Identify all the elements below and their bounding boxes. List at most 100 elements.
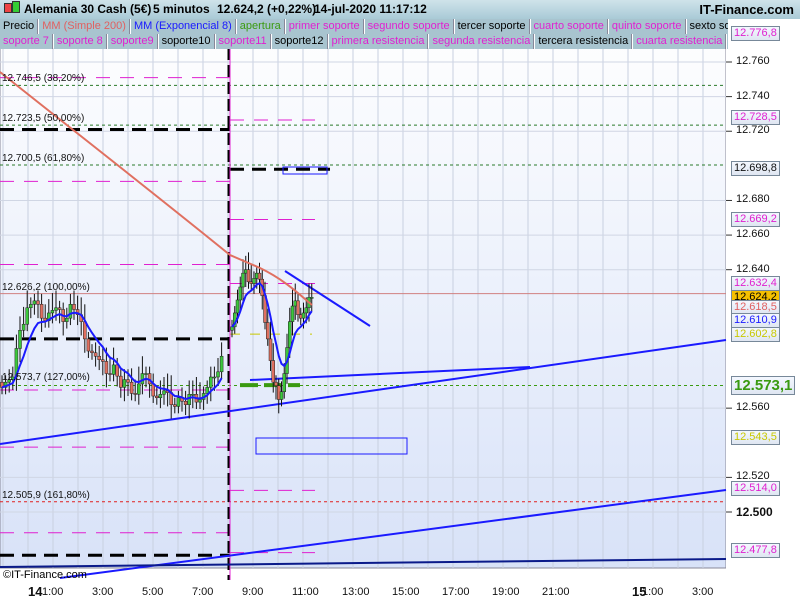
legend-item[interactable]: cuarto soporte bbox=[530, 19, 608, 34]
legend-item[interactable]: soporte9 bbox=[107, 34, 158, 49]
brand: IT-Finance.com bbox=[699, 2, 794, 17]
fib-label: 12.746,5 (38,20%) bbox=[2, 73, 85, 85]
candle bbox=[288, 321, 292, 348]
price-tick: 12.500 bbox=[736, 505, 773, 519]
legend-item[interactable]: Precio bbox=[0, 19, 39, 34]
candle bbox=[115, 364, 119, 377]
time-tick: 7:00 bbox=[192, 586, 214, 598]
legend-item[interactable]: segundo soporte bbox=[364, 19, 454, 34]
legend-item[interactable]: segunda resistencia bbox=[429, 34, 535, 49]
fib-label: 12.626,2 (100,00%) bbox=[2, 281, 90, 293]
candle bbox=[18, 330, 22, 349]
candle bbox=[21, 323, 26, 331]
candle bbox=[101, 359, 105, 362]
candle bbox=[25, 307, 29, 325]
candle bbox=[310, 297, 314, 299]
legend-item[interactable]: quinto soporte bbox=[608, 19, 686, 34]
legend-item[interactable]: tercer soporte bbox=[454, 19, 530, 34]
price-tick: 12.760 bbox=[736, 55, 770, 67]
price-tag: 12.698,8 bbox=[731, 160, 780, 176]
price-tag: 12.669,2 bbox=[731, 212, 780, 228]
instrument-name: Alemania 30 Cash (5€) bbox=[24, 2, 152, 16]
fib-label: 12.723,5 (50,00%) bbox=[2, 113, 85, 125]
price-tag: 12.776,8 bbox=[731, 25, 780, 41]
candle bbox=[290, 305, 295, 322]
candle bbox=[268, 338, 273, 361]
candle bbox=[187, 394, 191, 405]
candle bbox=[279, 391, 284, 400]
price-tick: 12.720 bbox=[736, 124, 770, 137]
legend-item[interactable]: primera resistencia bbox=[328, 34, 429, 49]
legend-item[interactable]: primer soporte bbox=[285, 19, 364, 34]
candle bbox=[257, 272, 262, 280]
price-tag: 12.610,9 bbox=[731, 313, 780, 329]
candle bbox=[65, 317, 69, 322]
legend-item[interactable]: sexto soporte bbox=[686, 19, 728, 34]
candle bbox=[104, 361, 109, 374]
legend-item[interactable]: apertura bbox=[236, 19, 285, 34]
candle bbox=[137, 383, 141, 395]
candle bbox=[162, 390, 166, 395]
timeframe: 5 minutos bbox=[153, 2, 210, 16]
legend-item[interactable]: cuarta resistencia bbox=[633, 34, 727, 49]
candle bbox=[39, 304, 44, 319]
candle bbox=[173, 404, 177, 407]
candle bbox=[68, 304, 73, 319]
candle bbox=[122, 379, 127, 388]
candle bbox=[155, 395, 159, 399]
candle bbox=[54, 307, 58, 311]
candle bbox=[212, 376, 217, 379]
candle bbox=[86, 338, 91, 352]
candle bbox=[198, 399, 202, 403]
legend-item[interactable]: soporte12 bbox=[271, 34, 328, 49]
legend-item[interactable]: soporte 7 bbox=[0, 34, 53, 49]
datetime: 14-jul-2020 11:17:12 bbox=[314, 2, 427, 16]
price-tag: 12.477,8 bbox=[731, 543, 780, 559]
legend-item[interactable]: soporte 8 bbox=[53, 34, 107, 49]
time-tick: 11:00 bbox=[292, 586, 319, 598]
fib-label: 12.573,7 (127,00%) bbox=[2, 372, 90, 384]
time-tick: 3:00 bbox=[92, 586, 114, 598]
legend-row-2: soporte 7 soporte 8 soporte9 soporte10 sopor… bbox=[0, 34, 728, 49]
time-tick: 14 bbox=[28, 584, 43, 599]
candle bbox=[230, 326, 234, 331]
candle bbox=[246, 269, 251, 283]
copyright: ©IT-Finance.com bbox=[3, 569, 87, 581]
legend-row-1: Precio MM (Simple 200) MM (Exponencial 8) a… bbox=[0, 19, 728, 34]
candle bbox=[29, 304, 33, 309]
time-tick: 9:00 bbox=[242, 586, 264, 598]
price-tag: 12.573,1 bbox=[731, 376, 796, 396]
candle bbox=[119, 375, 123, 388]
time-tick: 5:00 bbox=[142, 586, 164, 598]
candle bbox=[191, 394, 195, 396]
last-price: 12.624,2 (+0,22%) bbox=[217, 2, 317, 16]
candle bbox=[209, 376, 213, 388]
candle bbox=[36, 300, 40, 305]
price-tick: 12.560 bbox=[736, 401, 770, 414]
legend-item[interactable]: MM (Simple 200) bbox=[39, 19, 130, 34]
time-tick: 21:00 bbox=[542, 586, 570, 598]
price-chart[interactable] bbox=[0, 0, 800, 600]
candle bbox=[50, 310, 55, 314]
candle bbox=[274, 381, 278, 386]
fib-label: 12.700,5 (61,80%) bbox=[2, 152, 85, 164]
price-tag: 12.543,5 bbox=[731, 429, 780, 445]
time-tick: 1:00 bbox=[42, 586, 64, 598]
candle bbox=[90, 350, 94, 354]
price-tag: 12.514,0 bbox=[731, 480, 780, 496]
candle bbox=[252, 278, 256, 284]
candle bbox=[108, 373, 112, 375]
legend-item[interactable]: tercera resistencia bbox=[535, 34, 633, 49]
price-tick: 12.660 bbox=[736, 228, 770, 241]
chart-icon-green bbox=[12, 1, 20, 13]
legend-item[interactable]: soporte11 bbox=[215, 34, 271, 49]
legend-item[interactable]: soporte10 bbox=[158, 34, 215, 49]
candle bbox=[97, 355, 101, 360]
candle bbox=[111, 364, 116, 375]
candle bbox=[304, 307, 308, 314]
candle bbox=[219, 355, 224, 373]
legend-item[interactable]: quinta resistencia bbox=[727, 34, 728, 49]
legend-item[interactable]: MM (Exponencial 8) bbox=[130, 19, 236, 34]
time-tick: 17:00 bbox=[442, 586, 470, 598]
time-tick: 1:00 bbox=[642, 586, 664, 598]
